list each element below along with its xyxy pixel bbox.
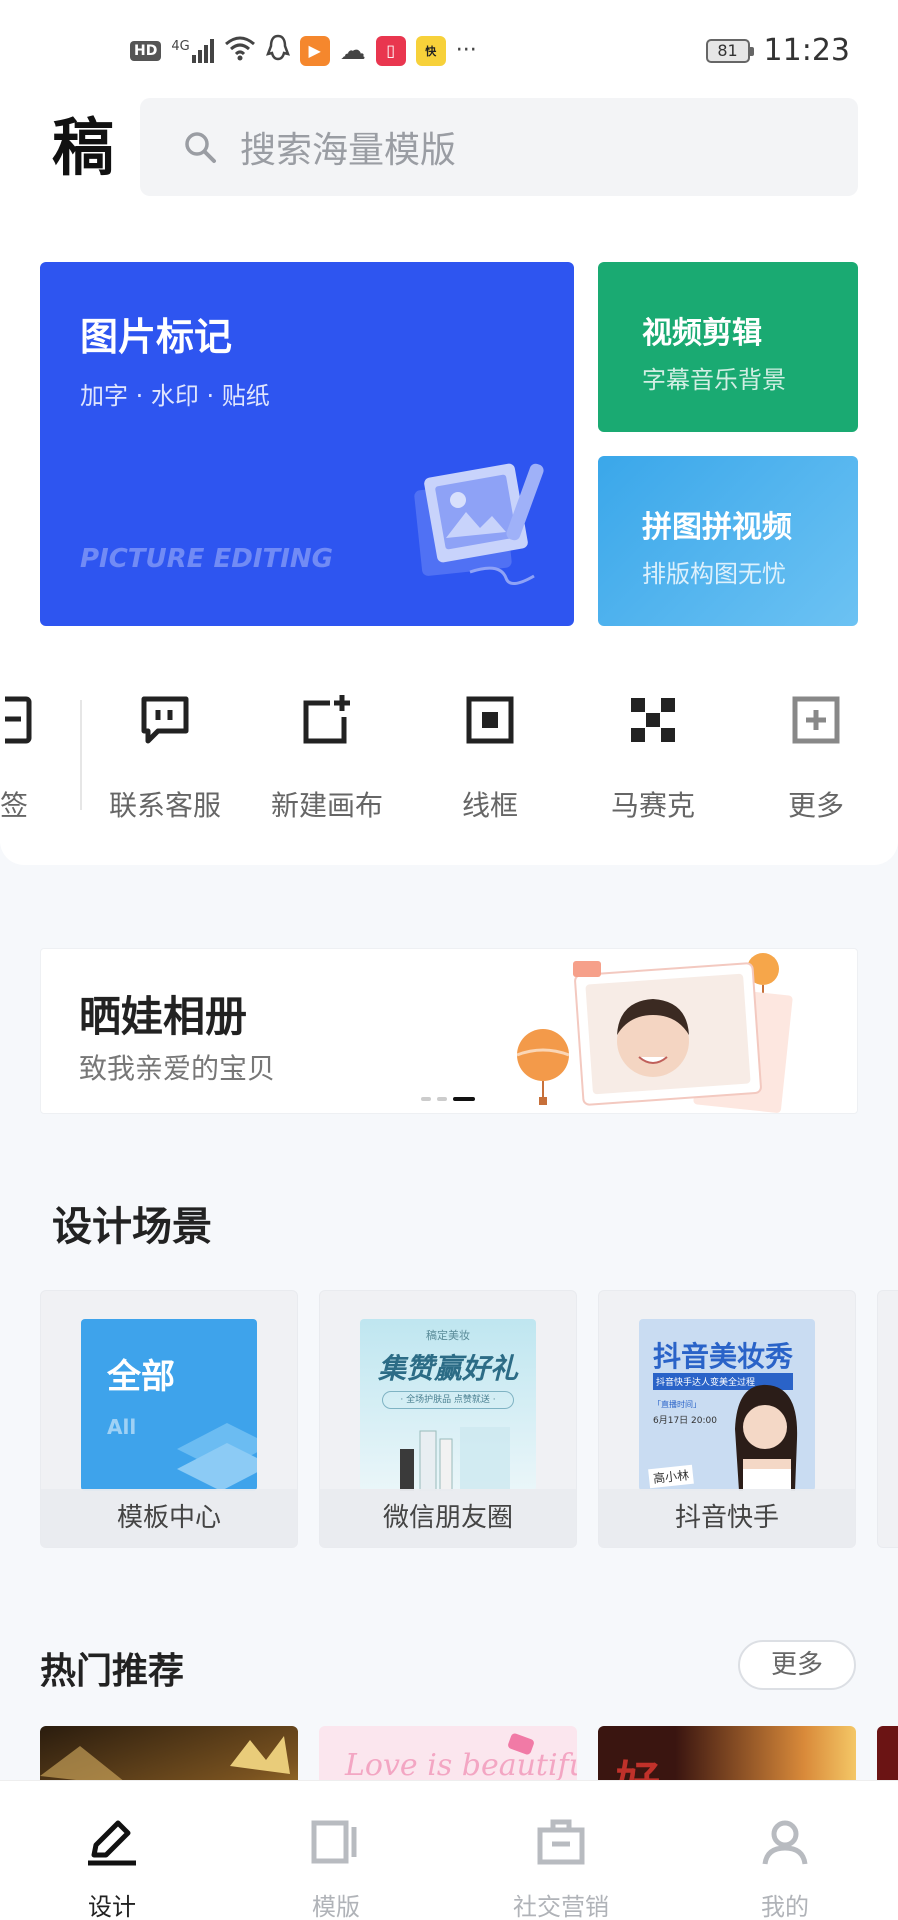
search-placeholder: 搜索海量模版 [240,130,457,171]
scene-thumbnail: 稿定美妆 集赞赢好礼 · 全场护肤品 点赞就送 · [360,1319,536,1491]
briefcase-icon [537,1819,585,1865]
card-english-label: PICTURE EDITING [80,544,334,574]
mosaic-icon [631,698,675,742]
section-title-hot: 热门推荐 [40,1651,185,1692]
tool-label: 签 [0,789,29,822]
nav-label: 我的 [761,1893,809,1920]
qq-icon [265,34,290,67]
scene-card-partial[interactable] [877,1290,898,1548]
promo-banner[interactable]: 晒娃相册 致我亲爱的宝贝 [40,948,858,1114]
tool-label: 新建画布 [270,789,383,822]
card-subtitle: 排版构图无忧 [642,560,786,588]
video-edit-card[interactable]: 视频剪辑 字幕音乐背景 [598,262,858,432]
banner-subtitle: 致我亲爱的宝贝 [79,1052,276,1085]
nav-label: 社交营销 [513,1893,609,1920]
image-edit-icon [414,463,544,585]
template-icon [311,1820,357,1864]
signal-icon: 4G [171,38,214,63]
more-status-icon: ··· [455,38,477,63]
signature-icon [5,696,32,744]
scene-caption: 微信朋友圈 [320,1489,576,1547]
scene-card-wechat-moments[interactable]: 稿定美妆 集赞赢好礼 · 全场护肤品 点赞就送 · 微信朋友圈 [319,1290,577,1548]
card-title: 视频剪辑 [642,316,762,351]
card-title: 拼图拼视频 [642,510,792,545]
bottom-nav: 设计 模版 社交营销 我的 [0,1780,898,1920]
user-icon [762,1820,808,1865]
section-title-design-scenes: 设计场景 [52,1204,212,1250]
banner-title: 晒娃相册 [79,992,248,1041]
tool-label: 线框 [461,789,518,822]
scene-card-template-center[interactable]: 全部 All 模板中心 [40,1290,298,1548]
pen-icon [88,1820,136,1866]
tool-signature[interactable]: 签 [0,690,80,824]
picture-edit-card[interactable]: 图片标记 加字 · 水印 · 贴纸 PICTURE EDITING [40,262,574,626]
app-logo[interactable]: 稿 [52,108,114,188]
carousel-dots[interactable] [421,1097,475,1101]
collage-card[interactable]: 拼图拼视频 排版构图无忧 [598,456,858,626]
nav-design[interactable]: 设计 [22,1781,202,1920]
scene-thumbnail: 全部 All [81,1319,257,1491]
search-icon [185,132,216,163]
nav-label: 设计 [88,1893,136,1920]
cloud-icon: ☁ [339,35,366,66]
scene-caption: 模板中心 [41,1489,297,1547]
tool-frame[interactable]: 线框 [410,690,570,824]
plus-square-icon [792,696,840,744]
tool-new-canvas[interactable]: 新建画布 [247,690,407,824]
tool-mosaic[interactable]: 马赛克 [573,690,733,824]
clock: 11:23 [763,33,850,68]
frame-icon [466,696,514,744]
more-button[interactable]: 更多 [738,1640,856,1690]
new-canvas-icon [303,695,350,744]
search-input[interactable]: 搜索海量模版 [140,98,858,196]
scene-caption: 抖音快手 [599,1489,855,1547]
card-title: 图片标记 [80,315,233,359]
nav-label: 模版 [312,1893,360,1920]
nav-templates[interactable]: 模版 [246,1781,426,1920]
nav-social-marketing[interactable]: 社交营销 [471,1781,651,1920]
card-subtitle: 加字 · 水印 · 贴纸 [80,382,270,410]
scene-thumbnail: 抖音美妆秀 抖音快手达人变美全过程 「直播时间」 6月17日 20:00 高小林 [639,1319,815,1491]
hd-icon: HD [130,40,162,61]
book-app-icon: ▯ [375,35,406,66]
wifi-icon [224,35,256,66]
tool-more[interactable]: 更多 [736,690,896,824]
tool-divider [80,700,82,810]
card-subtitle: 字幕音乐背景 [642,366,786,394]
express-app-icon: 快 [415,35,446,66]
battery-icon: 81 [705,38,754,63]
tool-label: 马赛克 [610,789,695,822]
nav-profile[interactable]: 我的 [695,1781,875,1920]
tool-contact-service[interactable]: 联系客服 [85,690,245,824]
tool-label: 联系客服 [108,789,221,822]
tool-label: 更多 [787,789,844,822]
baby-photo-illustration [516,953,793,1113]
status-bar: HD 4G ▶ ☁ ▯ 快 ··· 81 11:23 [0,0,898,100]
chat-icon [141,696,189,744]
video-app-icon: ▶ [299,35,330,66]
scene-card-douyin-kuaishou[interactable]: 抖音美妆秀 抖音快手达人变美全过程 「直播时间」 6月17日 20:00 高小林… [598,1290,856,1548]
